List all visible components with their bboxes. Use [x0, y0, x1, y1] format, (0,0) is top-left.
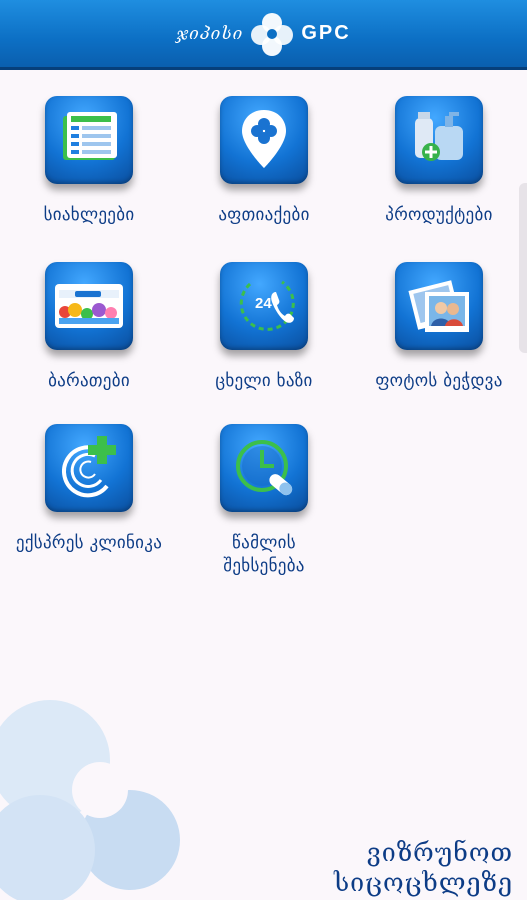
tile-cards[interactable]: ბარათები — [14, 262, 164, 393]
decorative-flower-icon — [0, 700, 180, 900]
tile-news-label: სიახლეები — [43, 205, 135, 225]
app-header: ჯიპისი GPC — [0, 0, 527, 70]
logo-georgian-text: ჯიპისი — [176, 23, 244, 44]
tile-pharmacies-label: აფთიაქები — [218, 205, 310, 225]
hotline-phone-icon: 24 — [220, 262, 308, 350]
express-clinic-icon — [45, 424, 133, 512]
tile-medicine-reminder-label: წამლის შეხსენება — [223, 533, 305, 576]
tile-hotline-label: ცხელი ხაზი — [215, 371, 313, 391]
tile-products-label: პროდუქტები — [385, 205, 493, 225]
tile-pharmacies[interactable]: აფთიაქები — [189, 96, 339, 227]
slogan-line-1: ვიზრუნოთ — [366, 838, 513, 867]
tile-express-clinic[interactable]: ექსპრეს კლინიკა — [14, 424, 164, 555]
hotline-number: 24 — [255, 295, 272, 312]
medicine-reminder-icon — [220, 424, 308, 512]
pharmacy-location-icon — [220, 96, 308, 184]
tile-medicine-reminder[interactable]: წამლის შეხსენება — [189, 424, 339, 578]
gpc-logo: ჯიპისი GPC — [176, 11, 350, 57]
products-icon — [395, 96, 483, 184]
cards-icon — [45, 262, 133, 350]
footer-slogan: ვიზრუნოთ სიცოცხლეზე — [334, 838, 513, 898]
tile-products[interactable]: პროდუქტები — [364, 96, 514, 227]
logo-gpc-text: GPC — [301, 22, 351, 44]
scroll-edge-tab[interactable] — [519, 183, 527, 353]
tile-news[interactable]: სიახლეები — [14, 96, 164, 227]
tile-photo-print[interactable]: ფოტოს ბეჭდვა — [364, 262, 514, 393]
news-icon — [45, 96, 133, 184]
tile-photo-print-label: ფოტოს ბეჭდვა — [375, 371, 503, 391]
logo-flower-icon — [251, 12, 294, 56]
tile-express-clinic-label: ექსპრეს კლინიკა — [15, 533, 163, 553]
tile-cards-label: ბარათები — [48, 371, 130, 391]
slogan-line-2: სიცოცხლეზე — [333, 868, 513, 897]
photo-print-icon — [395, 262, 483, 350]
tile-hotline[interactable]: 24 ცხელი ხაზი — [189, 262, 339, 393]
